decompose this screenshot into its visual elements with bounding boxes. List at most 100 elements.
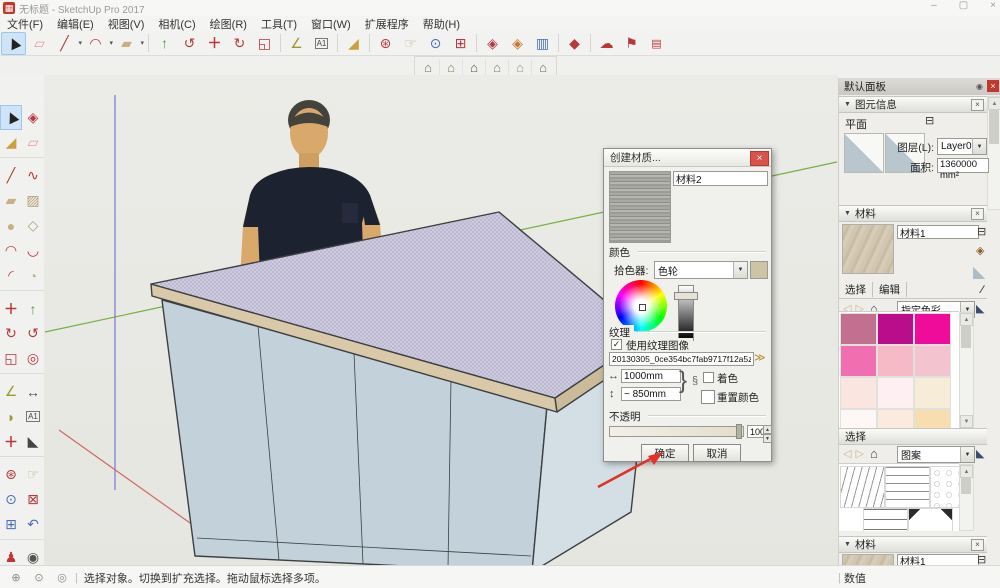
- circle-tool[interactable]: ●: [0, 213, 22, 238]
- pin-icon[interactable]: ◉: [976, 82, 983, 91]
- freehand-tool[interactable]: ∿: [22, 163, 44, 188]
- followme-tool-button[interactable]: ↺: [178, 33, 201, 54]
- home-icon[interactable]: ⌂: [870, 446, 878, 461]
- browse-texture-icon[interactable]: ≫: [754, 351, 766, 364]
- dropdown-arrow-icon[interactable]: ▾: [140, 39, 144, 47]
- colorize-checkbox[interactable]: [703, 372, 714, 383]
- layout-export-button[interactable]: ▥: [531, 33, 554, 54]
- orbit-tool[interactable]: ⊛: [0, 462, 22, 487]
- view-back-button[interactable]: ⌂: [509, 59, 532, 76]
- select-tool[interactable]: ▶: [0, 105, 22, 130]
- view-left-button[interactable]: ⌂: [532, 59, 554, 76]
- swatch[interactable]: [877, 345, 914, 377]
- texture-filename-input[interactable]: [609, 352, 754, 366]
- tab-select[interactable]: 选择: [839, 282, 873, 297]
- paint-bucket-tool[interactable]: ◢: [0, 130, 22, 155]
- sketchup-gem-button[interactable]: ◆: [563, 33, 586, 54]
- pattern-collection-dropdown[interactable]: 图案 ▼: [897, 446, 975, 463]
- paint-bucket-button[interactable]: ◢: [342, 33, 365, 54]
- dropdown-arrow-icon[interactable]: ▼: [972, 139, 986, 154]
- select-section-header[interactable]: 选择: [839, 428, 987, 445]
- eyedropper-icon[interactable]: ∕: [981, 284, 983, 296]
- swatch[interactable]: [914, 409, 951, 429]
- zoom-extents-tool[interactable]: ⊞: [0, 512, 22, 537]
- pattern-cobblestone[interactable]: [930, 466, 959, 508]
- menu-camera[interactable]: 相机(C): [151, 16, 202, 32]
- materials-close[interactable]: ×: [971, 208, 984, 220]
- menu-extensions[interactable]: 扩展程序: [358, 16, 416, 32]
- dialog-title-bar[interactable]: 创建材质...: [604, 149, 771, 167]
- menu-file[interactable]: 文件(F): [0, 16, 50, 32]
- view-right-button[interactable]: ⌂: [486, 59, 509, 76]
- shapes-tool-button[interactable]: ▰▾: [115, 33, 138, 54]
- rotate-tool-button[interactable]: ↻: [228, 33, 251, 54]
- scale-tool-button[interactable]: ◱: [253, 33, 276, 54]
- swatch[interactable]: [877, 313, 914, 345]
- pie-tool[interactable]: ◔: [22, 263, 44, 288]
- component-tool-button[interactable]: ◈: [481, 33, 504, 54]
- axes-tool[interactable]: ＋: [0, 429, 22, 454]
- layer-dropdown[interactable]: Layer0 ▼: [937, 138, 987, 155]
- move-tool-button[interactable]: ＋: [203, 33, 226, 54]
- tab-edit[interactable]: 编辑: [873, 282, 907, 297]
- dropdown-arrow-icon[interactable]: ▼: [733, 262, 747, 278]
- tray-header[interactable]: 默认面板 ◉ ×: [839, 78, 1000, 95]
- protractor-tool[interactable]: ◗: [0, 404, 22, 429]
- pattern-zigzag[interactable]: [840, 466, 885, 508]
- line-tool-button[interactable]: ╱▾: [53, 33, 76, 54]
- zoom-tool-button[interactable]: ⊙: [424, 33, 447, 54]
- opacity-spin-up-icon[interactable]: ▲: [763, 425, 772, 434]
- opacity-slider-thumb[interactable]: [736, 424, 742, 439]
- entity-info-close[interactable]: ×: [971, 99, 984, 111]
- close-button[interactable]: ×: [990, 0, 996, 11]
- scroll-thumb[interactable]: [989, 110, 999, 144]
- set-default-arrow-icon[interactable]: ◣: [973, 262, 985, 282]
- swatch-scrollbar[interactable]: ▲ ▼: [959, 312, 974, 429]
- material-name-input[interactable]: [897, 225, 979, 239]
- minimize-button[interactable]: –: [931, 0, 937, 11]
- texture-height-input[interactable]: [621, 387, 681, 401]
- menu-help[interactable]: 帮助(H): [416, 16, 467, 32]
- texture-width-input[interactable]: [621, 369, 681, 383]
- entity-toggle-icon[interactable]: ⊟: [925, 114, 934, 127]
- view-front-button[interactable]: ⌂: [463, 59, 486, 76]
- rotate-tool[interactable]: ↻: [0, 321, 22, 346]
- pushpull-tool-button[interactable]: ↑: [153, 33, 176, 54]
- eraser-tool-button[interactable]: ▱: [28, 33, 51, 54]
- collapse-icon[interactable]: ▼: [844, 541, 851, 548]
- swatch[interactable]: [840, 313, 877, 345]
- dimension-tool[interactable]: ↔: [22, 379, 44, 404]
- opacity-spin-down-icon[interactable]: ▼: [763, 434, 772, 443]
- swatch[interactable]: [877, 409, 914, 429]
- menu-edit[interactable]: 编辑(E): [50, 16, 101, 32]
- orbit-tool-button[interactable]: ⊛: [374, 33, 397, 54]
- material-name-input[interactable]: [673, 171, 768, 186]
- brightness-slider-handle[interactable]: [674, 292, 698, 300]
- color-wheel-selector[interactable]: [639, 304, 646, 311]
- picker-dropdown[interactable]: 色轮 ▼: [654, 261, 748, 279]
- entity-info-header[interactable]: ▼ 图元信息 ×: [839, 96, 987, 113]
- tray-close-button[interactable]: ×: [987, 80, 999, 92]
- arc-tool[interactable]: ◠: [0, 238, 22, 263]
- view-top-button[interactable]: ⌂: [440, 59, 463, 76]
- two-point-arc-tool[interactable]: ◡: [22, 238, 44, 263]
- three-point-arc-tool[interactable]: ◜: [0, 263, 22, 288]
- text-tool-button[interactable]: A1: [310, 33, 333, 54]
- component-options-button[interactable]: ◈: [506, 33, 529, 54]
- secondary-pane-icon[interactable]: ⊟: [977, 225, 986, 238]
- scroll-thumb[interactable]: [961, 478, 971, 494]
- menu-window[interactable]: 窗口(W): [304, 16, 358, 32]
- materials2-header[interactable]: ▼ 材料 ×: [839, 536, 987, 553]
- swatch[interactable]: [914, 313, 951, 345]
- polygon-tool[interactable]: ◇: [22, 213, 44, 238]
- tape-measure-tool[interactable]: ∠: [0, 379, 22, 404]
- paint-sample-icon[interactable]: ◣: [976, 302, 984, 315]
- arc-tool-button[interactable]: ◠▾: [84, 33, 107, 54]
- cancel-button[interactable]: 取消: [693, 444, 741, 462]
- scroll-up-icon[interactable]: ▲: [960, 313, 973, 326]
- ok-button[interactable]: 确定: [641, 444, 689, 462]
- pattern-scrollbar[interactable]: ▲: [959, 464, 974, 531]
- 3d-text-tool[interactable]: ◣: [22, 429, 44, 454]
- scroll-up-icon[interactable]: ▲: [988, 97, 1000, 110]
- line-tool[interactable]: ╱: [0, 163, 22, 188]
